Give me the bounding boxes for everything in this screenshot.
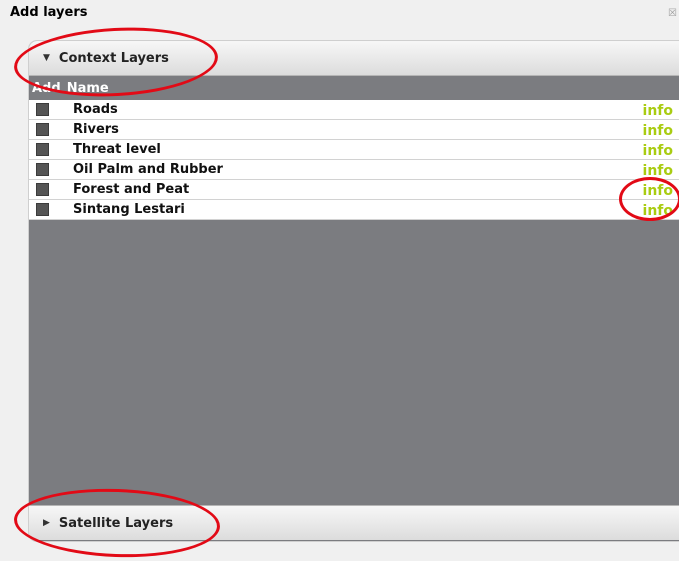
info-link[interactable]: info [643, 143, 673, 159]
table-header: Add Name [29, 77, 679, 99]
info-link[interactable]: info [643, 203, 673, 219]
layer-name: Rivers [73, 122, 119, 137]
layer-checkbox[interactable] [36, 163, 49, 176]
triangle-down-icon: ▼ [43, 53, 50, 63]
dialog-title: Add layers [10, 5, 88, 20]
layers-panel: ▼ Context Layers Add Name Roads info Riv… [28, 40, 679, 542]
layer-list: Roads info Rivers info Threat level info… [29, 100, 679, 220]
satellite-layers-title: Satellite Layers [58, 515, 174, 531]
layer-name: Roads [73, 102, 118, 117]
info-link[interactable]: info [643, 183, 673, 199]
layer-name: Forest and Peat [73, 182, 190, 197]
layer-name: Oil Palm and Rubber [73, 162, 223, 177]
column-add: Add [32, 80, 61, 96]
layer-row: Sintang Lestari info [29, 200, 679, 220]
info-link[interactable]: info [643, 103, 673, 119]
layer-row: Roads info [29, 100, 679, 120]
layer-checkbox[interactable] [36, 123, 49, 136]
layer-row: Threat level info [29, 140, 679, 160]
layer-checkbox[interactable] [36, 103, 49, 116]
layer-row: Rivers info [29, 120, 679, 140]
layer-name: Sintang Lestari [73, 202, 185, 217]
close-icon[interactable]: ☒ [668, 8, 677, 19]
info-link[interactable]: info [643, 123, 673, 139]
layer-checkbox[interactable] [36, 183, 49, 196]
layer-row: Oil Palm and Rubber info [29, 160, 679, 180]
context-layers-header[interactable]: ▼ Context Layers [29, 41, 679, 76]
triangle-right-icon: ▶ [43, 518, 50, 528]
layer-checkbox[interactable] [36, 203, 49, 216]
satellite-layers-header[interactable]: ▶ Satellite Layers [29, 505, 679, 540]
layer-name: Threat level [73, 142, 161, 157]
layer-row: Forest and Peat info [29, 180, 679, 200]
context-layers-title: Context Layers [58, 50, 169, 66]
info-link[interactable]: info [643, 163, 673, 179]
column-name: Name [66, 80, 109, 96]
layer-checkbox[interactable] [36, 143, 49, 156]
